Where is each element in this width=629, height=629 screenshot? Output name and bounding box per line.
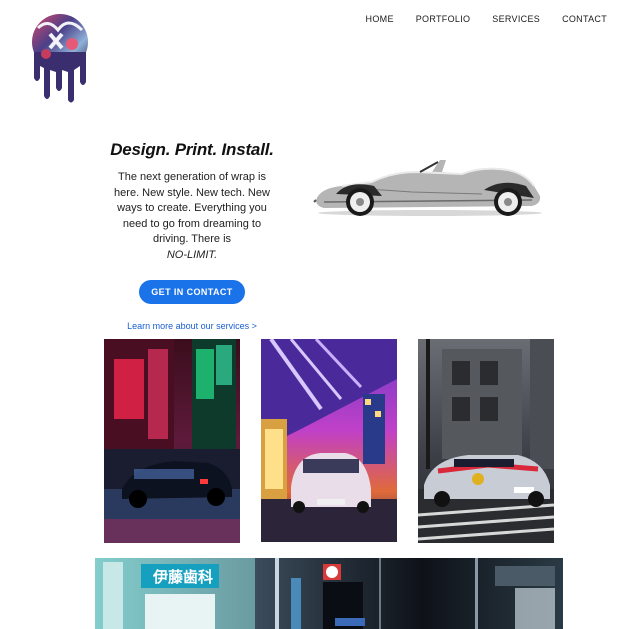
gallery-street-storefront-image[interactable]: 伊藤歯科 (95, 558, 563, 629)
hero-section: Design. Print. Install. The next generat… (104, 140, 280, 331)
nav-services-link[interactable]: SERVICES (492, 14, 540, 24)
get-in-contact-button[interactable]: GET IN CONTACT (139, 280, 245, 304)
hero-body: The next generation of wrap is here. New… (104, 170, 280, 263)
nav-home-link[interactable]: HOME (366, 14, 394, 24)
hero-body-text: The next generation of wrap is here. New… (114, 171, 270, 245)
nav-portfolio-link[interactable]: PORTFOLIO (416, 14, 471, 24)
hero-headline: Design. Print. Install. (110, 140, 274, 159)
storefront-sign-text: 伊藤歯科 (152, 568, 213, 586)
learn-more-services-link[interactable]: Learn more about our services > (104, 321, 280, 331)
hero-vintage-car-image (312, 150, 544, 218)
main-nav: HOME PORTFOLIO SERVICES CONTACT (366, 14, 607, 24)
logo-dripping-skull-icon[interactable] (28, 8, 92, 104)
gallery-overpass-purple-car-image[interactable] (261, 339, 397, 542)
nav-contact-link[interactable]: CONTACT (562, 14, 607, 24)
gallery-neon-street-car-image[interactable] (104, 339, 240, 543)
gallery-redbull-drift-car-image[interactable] (418, 339, 554, 543)
hero-body-emphasis: NO-LIMIT. (166, 248, 218, 261)
